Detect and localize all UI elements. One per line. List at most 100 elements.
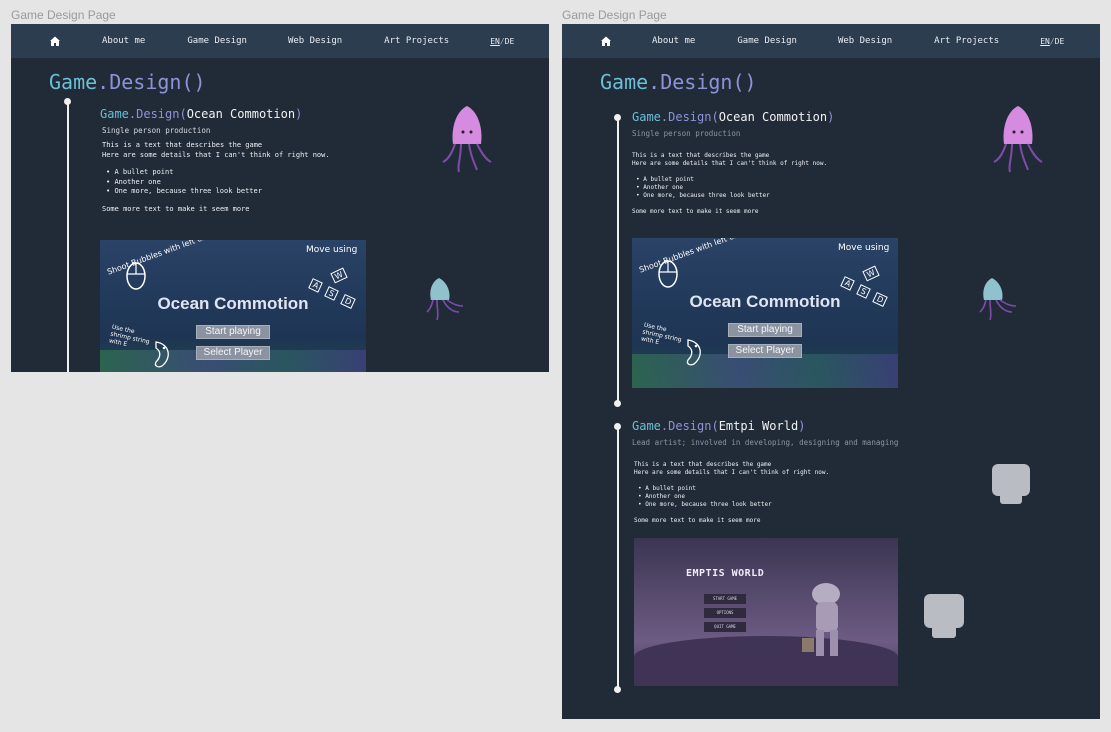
lang-en[interactable]: EN: [1040, 37, 1050, 46]
desc-line: This is a text that describes the game: [102, 141, 263, 149]
quit-game-button[interactable]: QUIT GAME: [704, 622, 746, 632]
entry-title: Game.Design(Ocean Commotion): [632, 110, 834, 124]
nav-about-me[interactable]: About me: [652, 36, 695, 46]
timeline-dot: [64, 98, 71, 105]
select-player-button[interactable]: Select Player: [196, 346, 270, 360]
navbar: About me Game Design Web Design Art Proj…: [562, 24, 1100, 58]
game-screenshot-ocean-commotion[interactable]: Shoot Bubbles with left click! Move usin…: [632, 238, 898, 388]
desc-line: This is a text that describes the game: [634, 461, 772, 468]
list-item: A bullet point: [636, 176, 827, 184]
lang-de[interactable]: DE: [1055, 37, 1065, 46]
timeline-dot: [614, 686, 621, 693]
start-playing-button[interactable]: Start playing: [728, 323, 802, 337]
desc-closing: Some more text to make it seem more: [634, 517, 761, 524]
list-item: Another one: [638, 493, 829, 501]
desc-line: Here are some details that I can't think…: [632, 160, 828, 167]
nav-game-design[interactable]: Game Design: [187, 36, 247, 46]
timeline-dot: [614, 400, 621, 407]
nav-game-design[interactable]: Game Design: [737, 36, 797, 46]
entry-title: Game.Design(Emtpi World): [632, 419, 805, 433]
entry-title-suffix: ): [827, 110, 835, 124]
timeline-dot: [614, 114, 621, 121]
entry-title-name: Ocean Commotion: [718, 110, 828, 124]
desc-line: This is a text that describes the game: [632, 152, 770, 159]
language-switch[interactable]: EN/DE: [1040, 37, 1064, 46]
list-item: One more, because three look better: [106, 187, 330, 197]
options-button[interactable]: OPTIONS: [704, 608, 746, 618]
frame-preview-cropped: About me Game Design Web Design Art Proj…: [11, 24, 549, 372]
game-title: EMPTIS WORLD: [686, 568, 765, 579]
page-title: Game.Design(): [600, 70, 757, 94]
robot-head-icon: [924, 594, 964, 628]
game-screenshot-emptis-world[interactable]: EMPTIS WORLD START GAME OPTIONS QUIT GAM…: [634, 538, 898, 686]
nav-art-projects[interactable]: Art Projects: [384, 36, 449, 46]
desc-closing: Some more text to make it seem more: [632, 208, 759, 215]
key-w: W: [330, 267, 348, 284]
seaweed-decoration: [632, 354, 898, 388]
navbar: About me Game Design Web Design Art Proj…: [11, 24, 549, 58]
nav-web-design[interactable]: Web Design: [288, 36, 342, 46]
hint-move: Move using: [838, 243, 890, 253]
robot-neck: [932, 624, 956, 638]
page-title-rest: .Design(): [648, 70, 757, 94]
key-a: A: [840, 276, 856, 291]
hint-move: Move using: [306, 245, 358, 255]
entry-title-prefix: Game: [100, 107, 129, 121]
entry-title-suffix: ): [295, 107, 303, 121]
squid-icon: [979, 278, 1017, 321]
frame-full-page: About me Game Design Web Design Art Proj…: [562, 24, 1100, 719]
home-icon[interactable]: [47, 33, 63, 49]
nav-art-projects[interactable]: Art Projects: [934, 36, 999, 46]
entry-subtitle: Lead artist; involved in developing, des…: [632, 438, 899, 447]
bullet-list: A bullet point Another one One more, bec…: [106, 168, 330, 197]
squid-icon: [442, 106, 492, 173]
frame-label: Game Design Page: [11, 8, 116, 22]
hint-shoot: Shoot Bubbles with left click!: [637, 238, 751, 275]
shrimp-icon: [154, 341, 169, 368]
lang-de[interactable]: DE: [505, 37, 515, 46]
timeline-line: [617, 428, 619, 690]
game-screenshot-ocean-commotion[interactable]: Shoot Bubbles with left click! Move usin…: [100, 240, 366, 372]
robot-neck: [1000, 492, 1022, 504]
desc-line: Here are some details that I can't think…: [634, 469, 830, 476]
select-player-button[interactable]: Select Player: [728, 344, 802, 358]
bullet-list: A bullet point Another one One more, bec…: [636, 176, 827, 200]
timeline-dot: [614, 423, 621, 430]
entry-subtitle: Single person production: [102, 126, 211, 135]
bullet-list: A bullet point Another one One more, bec…: [638, 485, 829, 509]
list-item: A bullet point: [106, 168, 330, 178]
start-game-button[interactable]: START GAME: [704, 594, 746, 604]
entry-title: Game.Design(Ocean Commotion): [100, 107, 302, 121]
list-item: One more, because three look better: [638, 501, 829, 509]
timeline-line: [67, 102, 69, 372]
entry-description: This is a text that describes the game H…: [102, 141, 330, 214]
key-a: A: [308, 278, 324, 293]
shrimp-icon: [686, 339, 701, 366]
list-item: One more, because three look better: [636, 192, 827, 200]
entry-title-name: Ocean Commotion: [186, 107, 296, 121]
squid-icon: [426, 278, 464, 321]
home-icon[interactable]: [598, 33, 614, 49]
entry-description: This is a text that describes the game H…: [634, 461, 829, 525]
astronaut-character: [802, 583, 840, 656]
page-title-rest: .Design(): [97, 70, 206, 94]
entry-description: This is a text that describes the game H…: [632, 152, 827, 216]
hint-shoot: Shoot Bubbles with left click!: [105, 240, 219, 277]
entry-title-mid: .Design(: [660, 419, 719, 433]
language-switch[interactable]: EN/DE: [490, 37, 514, 46]
game-title: Ocean Commotion: [157, 294, 309, 313]
nav-about-me[interactable]: About me: [102, 36, 145, 46]
lang-en[interactable]: EN: [490, 37, 500, 46]
desc-closing: Some more text to make it seem more: [102, 204, 250, 213]
page-title-word: Game: [600, 70, 649, 94]
nav-web-design[interactable]: Web Design: [838, 36, 892, 46]
key-w: W: [862, 265, 880, 282]
page-title: Game.Design(): [49, 70, 206, 94]
entry-title-mid: .Design(: [128, 107, 187, 121]
entry-title-prefix: Game: [632, 419, 661, 433]
list-item: Another one: [636, 184, 827, 192]
start-playing-button[interactable]: Start playing: [196, 325, 270, 339]
entry-title-mid: .Design(: [660, 110, 719, 124]
entry-title-suffix: ): [798, 419, 806, 433]
desc-line: Here are some details that I can't think…: [102, 150, 330, 159]
